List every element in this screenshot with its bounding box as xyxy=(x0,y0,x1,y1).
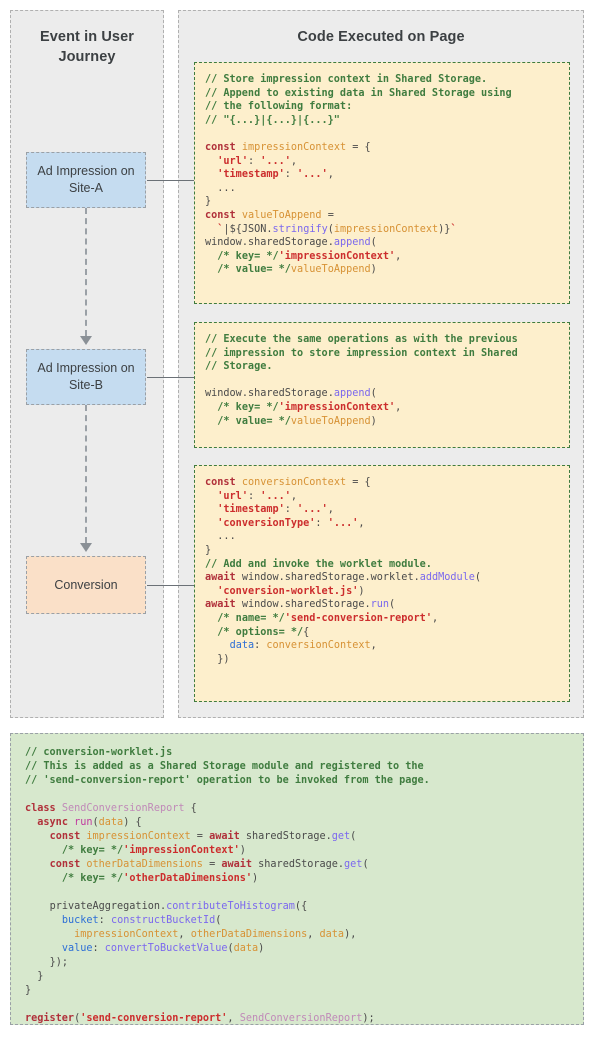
diagram-root: Event in User Journey Code Executed on P… xyxy=(0,0,594,1038)
node-label: Ad Impression on Site-B xyxy=(37,361,135,392)
connector-a-to-b-line xyxy=(85,208,87,336)
code-block-impression-a: // Store impression context in Shared St… xyxy=(194,62,570,304)
code-block-impression-b: // Execute the same operations as with t… xyxy=(194,322,570,448)
code-block-conversion: const conversionContext = { 'url': '...'… xyxy=(194,465,570,702)
connector-b-to-conversion-arrowhead-icon xyxy=(80,543,92,552)
node-ad-impression-site-b[interactable]: Ad Impression on Site-B xyxy=(26,349,146,405)
node-label: Ad Impression on Site-A xyxy=(37,164,135,195)
node-conversion[interactable]: Conversion xyxy=(26,556,146,614)
node-ad-impression-site-a[interactable]: Ad Impression on Site-A xyxy=(26,152,146,208)
node-label: Conversion xyxy=(54,577,118,592)
panel-right-title: Code Executed on Page xyxy=(297,29,465,45)
connector-a-to-b-arrowhead-icon xyxy=(80,336,92,345)
code-block-conversion-worklet: // conversion-worklet.js // This is adde… xyxy=(10,733,584,1025)
connector-b-to-conversion-line xyxy=(85,405,87,543)
panel-left-title: Event in User Journey xyxy=(40,29,134,65)
